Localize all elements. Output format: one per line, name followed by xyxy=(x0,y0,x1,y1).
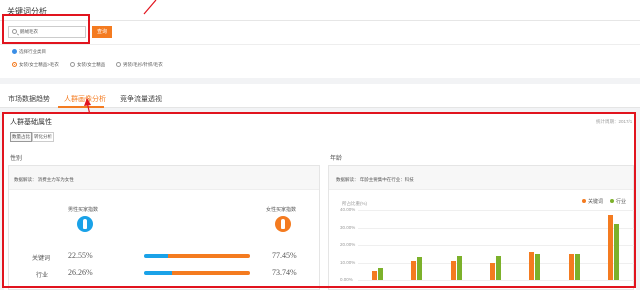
divider xyxy=(0,44,640,45)
industry-radio-1[interactable]: 女装/女士精品 xyxy=(70,62,105,68)
info-icon xyxy=(12,49,17,54)
radio-unchecked-icon xyxy=(116,62,121,67)
industry-label: 选择行业类目 xyxy=(12,49,46,55)
tab-market-trend[interactable]: 市场数据趋势 xyxy=(8,94,50,104)
radio-label: 女装/女士精品>毛衣 xyxy=(19,62,59,67)
tab-competition-traffic[interactable]: 竞争流量透视 xyxy=(120,94,162,104)
industry-radio-0[interactable]: 女装/女士精品>毛衣 xyxy=(12,62,59,68)
search-button[interactable]: 查询 xyxy=(92,26,112,38)
radio-label: 女装/女士精品 xyxy=(77,62,106,67)
content-highlight-box xyxy=(2,112,636,288)
industry-label-text: 选择行业类目 xyxy=(19,49,46,54)
divider xyxy=(0,20,640,21)
industry-radio-2[interactable]: 男装/毛衫/针织/毛衣 xyxy=(116,62,163,68)
annotation-arrow xyxy=(143,0,157,15)
radio-checked-icon xyxy=(12,62,17,67)
radio-label: 男装/毛衫/针织/毛衣 xyxy=(123,62,163,67)
radio-unchecked-icon xyxy=(70,62,75,67)
search-highlight-box xyxy=(2,14,90,44)
